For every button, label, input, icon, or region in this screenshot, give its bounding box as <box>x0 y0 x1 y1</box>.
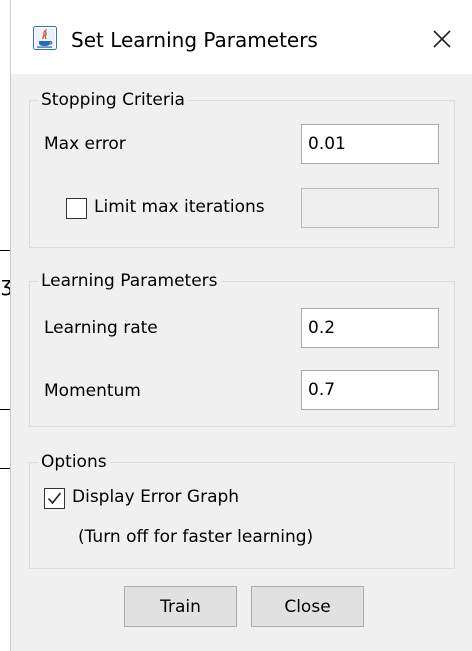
background-line <box>0 250 10 251</box>
momentum-label: Momentum <box>44 381 141 401</box>
options-hint: (Turn off for faster learning) <box>78 527 314 547</box>
stopping-criteria-title: Stopping Criteria <box>38 89 188 111</box>
dialog-content: Stopping Criteria Max error Limit max it… <box>11 74 472 651</box>
momentum-field[interactable] <box>301 370 439 410</box>
limit-max-iterations-label: Limit max iterations <box>94 197 265 217</box>
stopping-criteria-group: Stopping Criteria Max error Limit max it… <box>29 89 455 248</box>
background-line <box>0 468 10 469</box>
train-button[interactable]: Train <box>124 586 237 627</box>
max-iterations-field <box>301 188 439 228</box>
background-line <box>0 409 10 410</box>
checkmark-icon <box>47 492 62 505</box>
window-title: Set Learning Parameters <box>71 28 318 52</box>
title-bar[interactable]: Set Learning Parameters <box>11 0 472 74</box>
set-learning-parameters-dialog: Set Learning Parameters Stopping Criteri… <box>10 0 472 651</box>
close-button[interactable]: Close <box>251 586 364 627</box>
java-app-icon <box>33 26 57 50</box>
learning-rate-field[interactable] <box>301 308 439 348</box>
display-error-graph-checkbox[interactable] <box>44 488 65 509</box>
learning-parameters-group: Learning Parameters Learning rate Moment… <box>29 270 455 427</box>
limit-max-iterations-checkbox[interactable] <box>66 198 87 219</box>
max-error-field[interactable] <box>301 124 439 164</box>
options-title: Options <box>38 451 110 473</box>
learning-rate-label: Learning rate <box>44 318 158 338</box>
learning-parameters-title: Learning Parameters <box>38 270 221 292</box>
max-error-label: Max error <box>44 134 126 154</box>
screen: ʒ Set Learning Parameters Stopping Crite <box>0 0 472 651</box>
options-group: Options Display Error Graph (Turn off fo… <box>29 451 455 569</box>
close-icon[interactable] <box>425 23 457 55</box>
display-error-graph-label: Display Error Graph <box>72 487 240 507</box>
